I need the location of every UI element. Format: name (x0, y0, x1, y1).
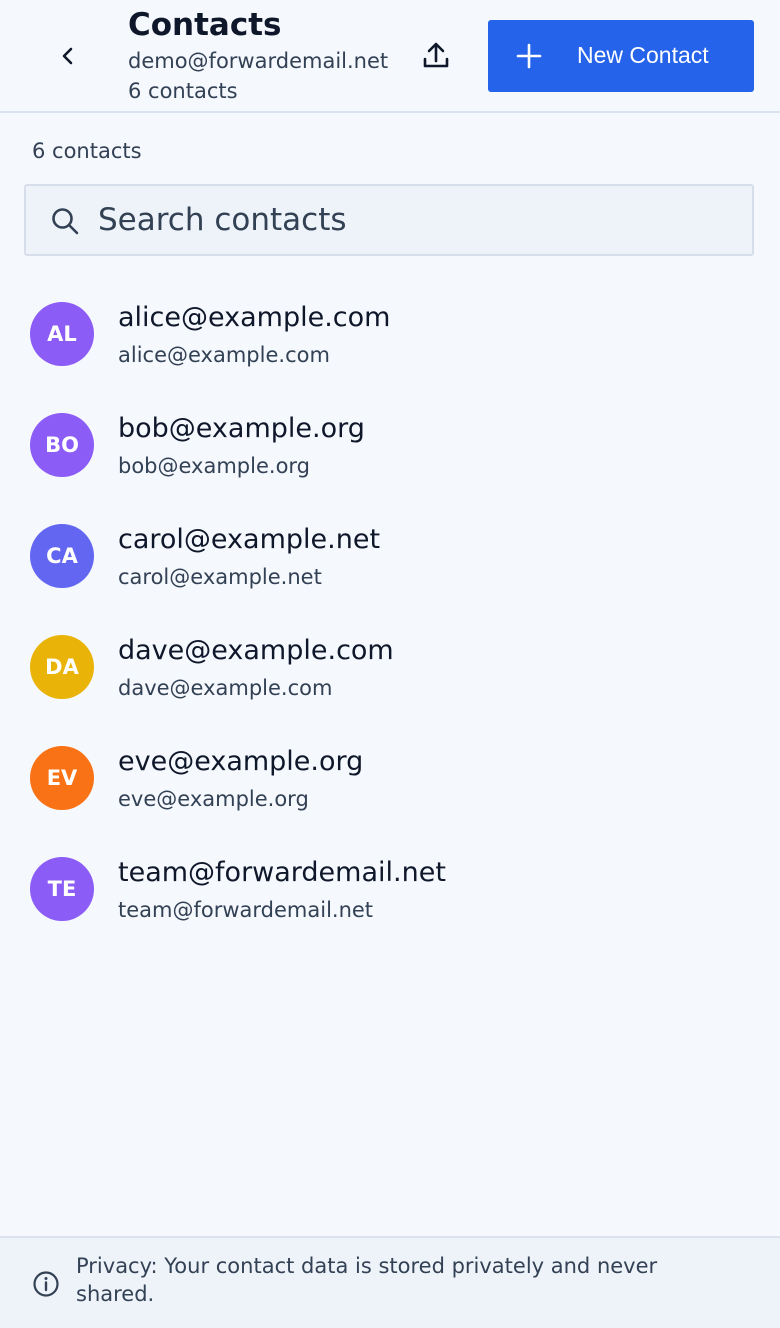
search-icon (52, 208, 79, 235)
avatar: TE (30, 857, 94, 921)
search-input[interactable] (98, 186, 738, 254)
avatar: AL (30, 302, 94, 366)
info-icon (33, 1271, 59, 1297)
contact-name: dave@example.com (118, 635, 394, 666)
contact-name: team@forwardemail.net (118, 857, 446, 888)
export-button[interactable] (416, 36, 456, 76)
back-button[interactable] (48, 36, 88, 76)
account-email: demo@forwardemail.net (128, 49, 389, 73)
contact-email: team@forwardemail.net (118, 898, 374, 922)
contacts-app: Contacts demo@forwardemail.net 6 contact… (0, 0, 780, 1328)
upload-icon (423, 42, 449, 68)
contact-row[interactable]: EV eve@example.org eve@example.org (0, 726, 780, 837)
chevron-left-icon (62, 47, 73, 65)
search-box[interactable] (24, 184, 754, 256)
avatar: DA (30, 635, 94, 699)
list-contact-count: 6 contacts (32, 139, 142, 163)
header: Contacts demo@forwardemail.net 6 contact… (0, 0, 780, 113)
page-title: Contacts (128, 7, 282, 43)
avatar: CA (30, 524, 94, 588)
contact-email: alice@example.com (118, 343, 330, 367)
header-contact-count: 6 contacts (128, 79, 238, 103)
contact-name: eve@example.org (118, 746, 364, 777)
contact-list: AL alice@example.com alice@example.com B… (0, 282, 780, 948)
contact-row[interactable]: TE team@forwardemail.net team@forwardema… (0, 837, 780, 948)
new-contact-label: New Contact (577, 42, 709, 68)
contact-row[interactable]: BO bob@example.org bob@example.org (0, 393, 780, 504)
contact-email: dave@example.com (118, 676, 333, 700)
avatar: EV (30, 746, 94, 810)
contact-name: carol@example.net (118, 524, 381, 555)
contact-email: carol@example.net (118, 565, 322, 589)
contact-email: eve@example.org (118, 787, 309, 811)
contact-email: bob@example.org (118, 454, 311, 478)
privacy-footer: Privacy: Your contact data is stored pri… (0, 1236, 780, 1328)
plus-icon (516, 43, 542, 69)
title-block: Contacts demo@forwardemail.net 6 contact… (128, 6, 388, 106)
contact-name: bob@example.org (118, 413, 365, 444)
privacy-notice: Privacy: Your contact data is stored pri… (76, 1254, 658, 1306)
contact-row[interactable]: AL alice@example.com alice@example.com (0, 282, 780, 393)
new-contact-button[interactable]: New Contact (488, 20, 754, 92)
contact-row[interactable]: CA carol@example.net carol@example.net (0, 504, 780, 615)
contact-name: alice@example.com (118, 302, 391, 333)
contact-row[interactable]: DA dave@example.com dave@example.com (0, 615, 780, 726)
avatar: BO (30, 413, 94, 477)
